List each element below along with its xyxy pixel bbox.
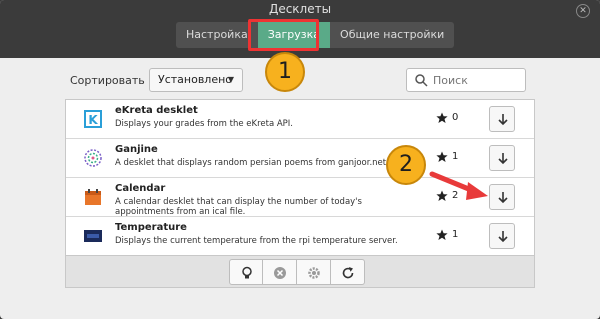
search-input[interactable] <box>433 71 521 89</box>
desklet-description: A desklet that displays random persian p… <box>115 158 389 168</box>
remove-button[interactable] <box>263 259 297 285</box>
configure-button[interactable] <box>297 259 331 285</box>
sort-selected-value: Установлено <box>158 73 233 86</box>
gear-icon <box>308 267 320 279</box>
tab-highlight-frame <box>248 19 319 51</box>
remove-circle-icon <box>274 267 286 279</box>
calendar-icon <box>85 189 101 205</box>
ganjine-icon <box>84 149 102 167</box>
download-button[interactable] <box>489 184 515 210</box>
desklet-description: Displays the current temperature from th… <box>115 236 398 246</box>
desklet-name: Calendar <box>115 183 166 194</box>
download-arrow-icon <box>498 192 508 204</box>
tab-manage[interactable]: Настройка <box>176 22 258 48</box>
tab-general-settings[interactable]: Общие настройки <box>330 22 454 48</box>
list-toolbar <box>229 259 365 285</box>
desklet-name: eKreta desklet <box>115 105 198 116</box>
star-icon <box>436 151 448 162</box>
step-badge-1: 1 <box>265 52 305 92</box>
search-icon <box>415 74 428 87</box>
desklets-window: Десклеты ✕ Настройка Загрузка Общие наст… <box>0 0 600 319</box>
download-arrow-icon <box>498 231 508 243</box>
close-icon[interactable]: ✕ <box>576 4 590 18</box>
lightbulb-icon <box>242 266 252 279</box>
svg-text:K: K <box>88 113 98 127</box>
download-button[interactable] <box>489 106 515 132</box>
chevron-down-icon: ▼ <box>227 75 234 84</box>
star-count: 1 <box>452 229 459 240</box>
info-button[interactable] <box>229 259 263 285</box>
star-count: 0 <box>452 112 459 123</box>
step-badge-2: 2 <box>386 145 426 185</box>
download-arrow-icon <box>498 153 508 165</box>
download-arrow-icon <box>498 114 508 126</box>
list-toolbar-area <box>65 256 535 288</box>
refresh-button[interactable] <box>331 259 365 285</box>
list-item[interactable]: K eKreta desklet Displays your grades fr… <box>66 100 534 139</box>
window-title: Десклеты <box>268 2 332 16</box>
refresh-icon <box>342 267 354 279</box>
pointer-arrow-icon <box>429 171 488 200</box>
desklet-description: A calendar desklet that can display the … <box>115 197 362 217</box>
search-box[interactable] <box>406 68 526 92</box>
desklet-description: Displays your grades from the eKreta API… <box>115 119 293 129</box>
download-button[interactable] <box>489 223 515 249</box>
ekreta-icon: K <box>84 110 102 128</box>
sort-dropdown[interactable]: Установлено ▼ <box>149 68 243 92</box>
desklet-name: Temperature <box>115 222 187 233</box>
list-item[interactable]: Temperature Displays the current tempera… <box>66 217 534 256</box>
temperature-icon <box>84 230 102 242</box>
download-button[interactable] <box>489 145 515 171</box>
star-count: 1 <box>452 151 459 162</box>
star-icon <box>436 229 448 240</box>
star-icon <box>436 112 448 123</box>
desklet-name: Ganjine <box>115 144 158 155</box>
